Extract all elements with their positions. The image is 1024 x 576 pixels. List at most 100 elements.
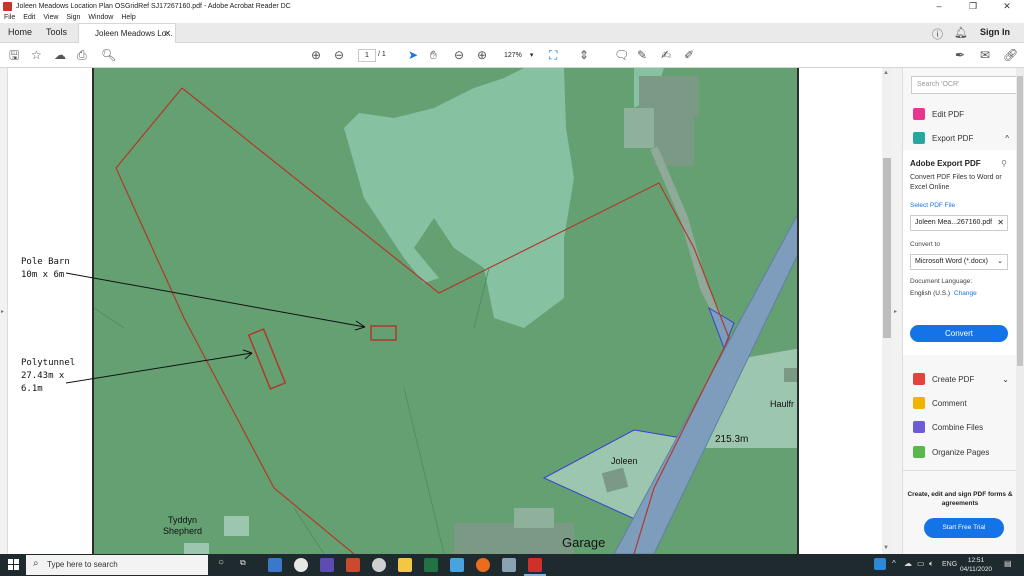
menu-window[interactable]: Window bbox=[88, 13, 113, 23]
select-cursor-icon[interactable]: ➤ bbox=[408, 48, 418, 62]
edit-pdf-item[interactable]: Edit PDF bbox=[913, 107, 964, 121]
document-language: English (U.S.) Change bbox=[910, 290, 977, 297]
convert-button[interactable]: Convert bbox=[910, 325, 1008, 342]
organize-pages-label: Organize Pages bbox=[932, 447, 990, 457]
export-title: Adobe Export PDF bbox=[910, 159, 981, 168]
format-select[interactable]: Microsoft Word (*.docx) ⌄ bbox=[910, 254, 1008, 270]
search-icon: ⌕ bbox=[33, 558, 39, 569]
video-app-icon[interactable] bbox=[320, 558, 334, 572]
zoom-level-select[interactable]: 127% ▾ bbox=[500, 49, 538, 62]
language-value: English (U.S.) bbox=[910, 290, 951, 297]
page-number-input[interactable]: 1 bbox=[358, 49, 376, 62]
export-pdf-label: Export PDF bbox=[932, 133, 974, 143]
l-app-icon[interactable] bbox=[874, 558, 886, 570]
close-tab-icon[interactable]: ✕ bbox=[164, 29, 171, 38]
combine-files-item[interactable]: Combine Files bbox=[913, 420, 983, 434]
file-explorer-icon[interactable] bbox=[398, 558, 412, 572]
cortana-icon[interactable]: ○ bbox=[218, 557, 224, 568]
right-panel-toggle[interactable]: ▸ bbox=[892, 68, 902, 554]
onedrive-tray-icon[interactable]: ☁ bbox=[904, 559, 912, 568]
taskbar-search-input[interactable]: ⌕ Type here to search bbox=[26, 555, 208, 575]
tray-expand-icon[interactable]: ^ bbox=[892, 559, 896, 568]
tab-document[interactable]: Joleen Meadows Lo... ✕ bbox=[78, 23, 176, 43]
select-pdf-file-link[interactable]: Select PDF File bbox=[910, 202, 955, 209]
notifications-icon[interactable]: 🔔︎ bbox=[954, 26, 968, 39]
media-app-icon[interactable] bbox=[372, 558, 386, 572]
upload-cloud-icon[interactable]: ☁ bbox=[54, 48, 66, 62]
notification-center-icon[interactable]: ▤ bbox=[1004, 559, 1012, 568]
volume-icon[interactable]: 🔈︎ bbox=[929, 559, 934, 569]
organize-pages-item[interactable]: Organize Pages bbox=[913, 445, 989, 459]
panel-divider bbox=[903, 470, 1017, 471]
scrollbar-thumb[interactable] bbox=[883, 158, 891, 338]
export-pdf-item[interactable]: Export PDF ^ bbox=[913, 131, 1009, 145]
word-app-icon[interactable] bbox=[268, 558, 282, 572]
windows-start-icon[interactable] bbox=[8, 559, 19, 570]
help-icon[interactable]: ⓘ bbox=[932, 26, 943, 42]
tab-tools[interactable]: Tools bbox=[46, 27, 67, 37]
panel-scrollbar[interactable] bbox=[1016, 68, 1024, 554]
system-clock[interactable]: 12:51 04/11/2020 bbox=[960, 556, 992, 574]
sign-in-button[interactable]: Sign In bbox=[980, 27, 1010, 37]
taskbar-search-placeholder: Type here to search bbox=[47, 560, 118, 569]
menu-view[interactable]: View bbox=[43, 13, 58, 23]
maximize-button[interactable]: ❐ bbox=[956, 0, 990, 13]
acrobat-taskbar-icon[interactable] bbox=[528, 558, 542, 572]
comment-icon[interactable]: 🗨︎ bbox=[614, 48, 629, 62]
firefox-app-icon[interactable] bbox=[476, 558, 490, 572]
menu-help[interactable]: Help bbox=[121, 13, 135, 23]
zoom-in-icon[interactable]: ⊕ bbox=[477, 48, 487, 62]
panel-scrollbar-thumb[interactable] bbox=[1017, 76, 1023, 366]
export-description: Convert PDF Files to Word or Excel Onlin… bbox=[910, 174, 1002, 191]
edit-pdf-icon bbox=[913, 108, 925, 120]
page-up-icon[interactable]: ⊕ bbox=[311, 48, 321, 62]
draw-icon[interactable]: ✍︎ bbox=[661, 48, 671, 62]
page-total: / 1 bbox=[378, 51, 386, 58]
bookmark-star-icon[interactable]: ☆ bbox=[31, 48, 42, 62]
hand-tool-icon[interactable]: ✋︎ bbox=[430, 48, 437, 62]
document-language-label: Document Language: bbox=[910, 278, 973, 285]
zoom-out-icon[interactable]: ⊖ bbox=[454, 48, 464, 62]
comment-tool-icon bbox=[913, 397, 925, 409]
menu-sign[interactable]: Sign bbox=[66, 13, 80, 23]
network-icon[interactable]: ▭ bbox=[917, 559, 925, 568]
pin-icon[interactable]: ⚲ bbox=[1001, 159, 1007, 168]
menu-file[interactable]: File bbox=[4, 13, 15, 23]
main-toolbar: 🖫 ☆ ☁ ⎙ 🔍︎ ⊕ ⊖ 1 / 1 ➤ ✋︎ ⊖ ⊕ 127% ▾ ⛶ ⇕ … bbox=[0, 43, 1024, 68]
close-button[interactable]: ✕ bbox=[990, 0, 1024, 13]
menu-edit[interactable]: Edit bbox=[23, 13, 35, 23]
page-down-icon[interactable]: ⊖ bbox=[334, 48, 344, 62]
onedrive-app-icon[interactable] bbox=[450, 558, 464, 572]
create-pdf-item[interactable]: Create PDF ⌄ bbox=[913, 372, 1009, 386]
scroll-down-icon[interactable]: ▼ bbox=[883, 545, 889, 551]
paint-app-icon[interactable] bbox=[346, 558, 360, 572]
fill-sign-icon[interactable]: ✐ bbox=[684, 48, 694, 62]
chrome-app-icon[interactable] bbox=[294, 558, 308, 572]
document-scrollbar[interactable]: ▲ ▼ bbox=[882, 68, 892, 554]
scroll-up-icon[interactable]: ▲ bbox=[883, 70, 889, 76]
task-view-icon[interactable]: ⧉ bbox=[240, 558, 246, 568]
print-icon[interactable]: ⎙ bbox=[77, 48, 87, 62]
acrobat-app-icon bbox=[3, 2, 12, 11]
language-indicator[interactable]: ENG bbox=[942, 561, 957, 568]
zoom-level: 127% bbox=[504, 52, 522, 59]
comment-item[interactable]: Comment bbox=[913, 396, 967, 410]
format-value: Microsoft Word (*.docx) bbox=[915, 258, 988, 265]
tab-home[interactable]: Home bbox=[8, 27, 32, 37]
minimize-button[interactable]: – bbox=[922, 0, 956, 13]
scroll-mode-icon[interactable]: ⇕ bbox=[579, 48, 589, 62]
app-icon[interactable] bbox=[502, 558, 516, 572]
tools-search-input[interactable]: Search 'OCR' bbox=[911, 76, 1017, 94]
selected-file-field[interactable]: Joleen Mea...267160.pdf ✕ bbox=[910, 215, 1008, 231]
change-language-link[interactable]: Change bbox=[954, 290, 977, 297]
start-free-trial-button[interactable]: Start Free Trial bbox=[924, 518, 1004, 538]
share-link-icon[interactable]: 🔗︎ bbox=[1003, 48, 1018, 62]
remove-file-icon[interactable]: ✕ bbox=[997, 218, 1004, 227]
sign-icon[interactable]: ✒︎ bbox=[955, 48, 965, 62]
excel-app-icon[interactable] bbox=[424, 558, 438, 572]
fit-page-icon[interactable]: ⛶ bbox=[549, 48, 557, 62]
find-icon[interactable]: 🔍︎ bbox=[101, 48, 116, 62]
highlight-pen-icon[interactable]: ✎ bbox=[637, 48, 647, 62]
email-icon[interactable]: ✉ bbox=[980, 48, 990, 62]
save-icon[interactable]: 🖫 bbox=[9, 48, 19, 62]
